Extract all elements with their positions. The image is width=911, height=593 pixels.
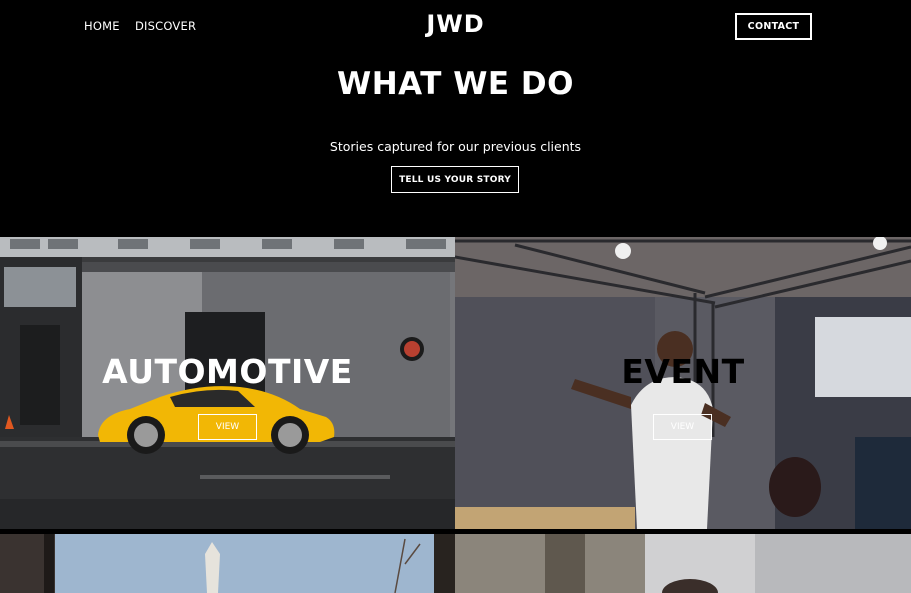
hero-subtitle: Stories captured for our previous client… <box>329 139 582 154</box>
event-view-button[interactable]: VIEW <box>653 414 712 440</box>
automotive-view-button[interactable]: VIEW <box>198 414 257 440</box>
page-title: WHAT WE DO <box>337 66 574 102</box>
gallery-tile-3[interactable] <box>0 534 455 593</box>
automotive-label: AUTOMOTIVE <box>102 352 353 391</box>
contact-button[interactable]: CONTACT <box>735 13 812 40</box>
event-label: EVENT <box>621 352 745 391</box>
tell-us-your-story-button[interactable]: TELL US YOUR STORY <box>391 166 519 193</box>
outdoor-photo <box>0 534 455 593</box>
gallery-tile-4[interactable] <box>455 534 911 593</box>
top-nav: HOME DISCOVER JWD CONTACT <box>0 0 911 52</box>
nav-home-link[interactable]: HOME <box>84 19 120 33</box>
nav-discover-link[interactable]: DISCOVER <box>135 19 196 33</box>
people-photo <box>455 534 911 593</box>
